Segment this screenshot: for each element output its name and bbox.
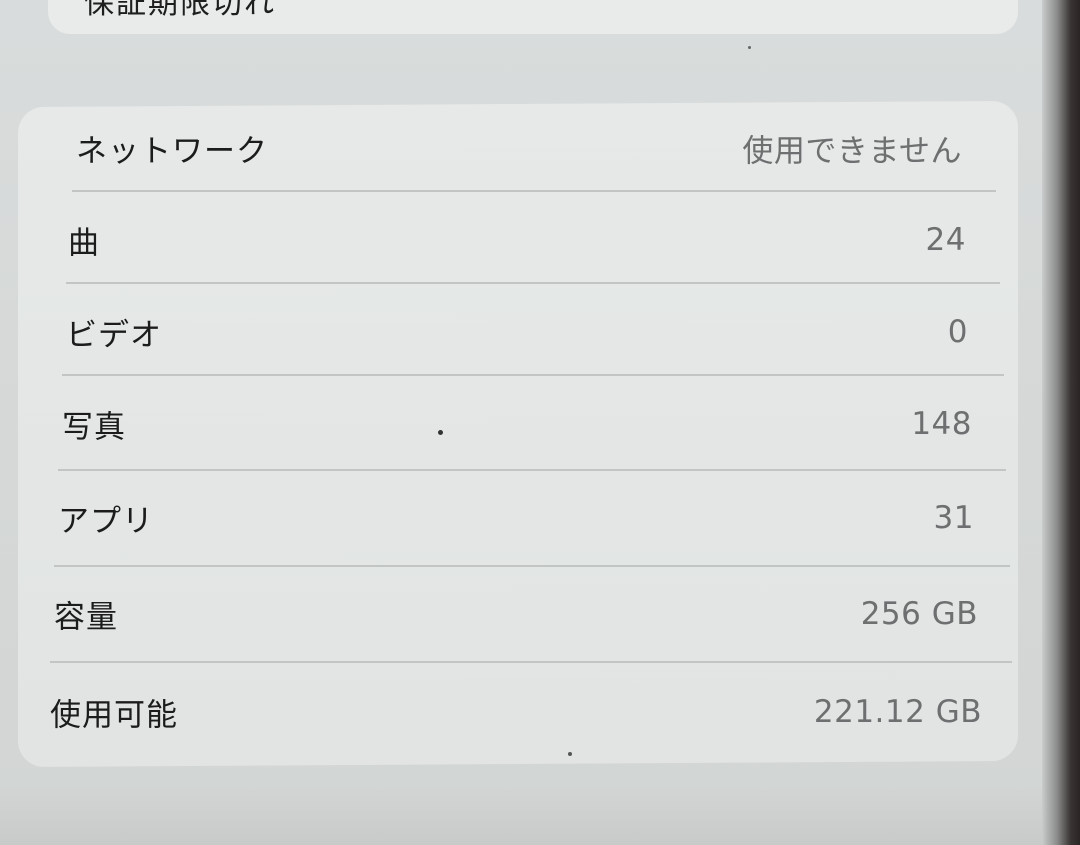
apps-row: アプリ 31 <box>32 472 1010 564</box>
photos-value: 148 <box>911 406 972 442</box>
videos-value: 0 <box>947 314 968 350</box>
device-bezel <box>1042 0 1080 845</box>
network-value: 使用できません <box>742 133 962 170</box>
apps-label: アプリ <box>58 503 154 540</box>
row-divider <box>50 661 1012 663</box>
previous-section-card: 保証期限切れ <box>48 0 1018 34</box>
songs-row: 曲 24 <box>38 194 1000 286</box>
row-divider <box>58 469 1006 471</box>
row-divider <box>66 282 1000 284</box>
available-row: 使用可能 221.12 GB <box>28 666 1014 758</box>
screen-shadow <box>0 785 1080 845</box>
available-value: 221.12 GB <box>813 694 982 730</box>
dust-speck <box>438 430 443 435</box>
dust-speck <box>748 46 751 49</box>
videos-row: ビデオ 0 <box>36 286 1004 378</box>
dust-speck <box>568 752 572 756</box>
songs-value: 24 <box>925 222 966 258</box>
capacity-row: 容量 256 GB <box>30 568 1012 660</box>
videos-label: ビデオ <box>66 317 162 354</box>
photos-label: 写真 <box>62 409 126 446</box>
previous-section-text: 保証期限切れ <box>84 0 276 21</box>
row-divider <box>62 374 1004 376</box>
photos-row: 写真 148 <box>34 378 1008 470</box>
songs-label: 曲 <box>68 225 100 262</box>
apps-value: 31 <box>933 500 974 536</box>
available-label: 使用可能 <box>50 697 178 734</box>
row-divider <box>54 565 1010 567</box>
capacity-value: 256 GB <box>860 596 978 632</box>
row-divider <box>72 190 996 192</box>
network-row: ネットワーク 使用できません <box>40 102 1000 194</box>
network-label: ネットワーク <box>76 133 268 170</box>
capacity-label: 容量 <box>54 599 118 636</box>
